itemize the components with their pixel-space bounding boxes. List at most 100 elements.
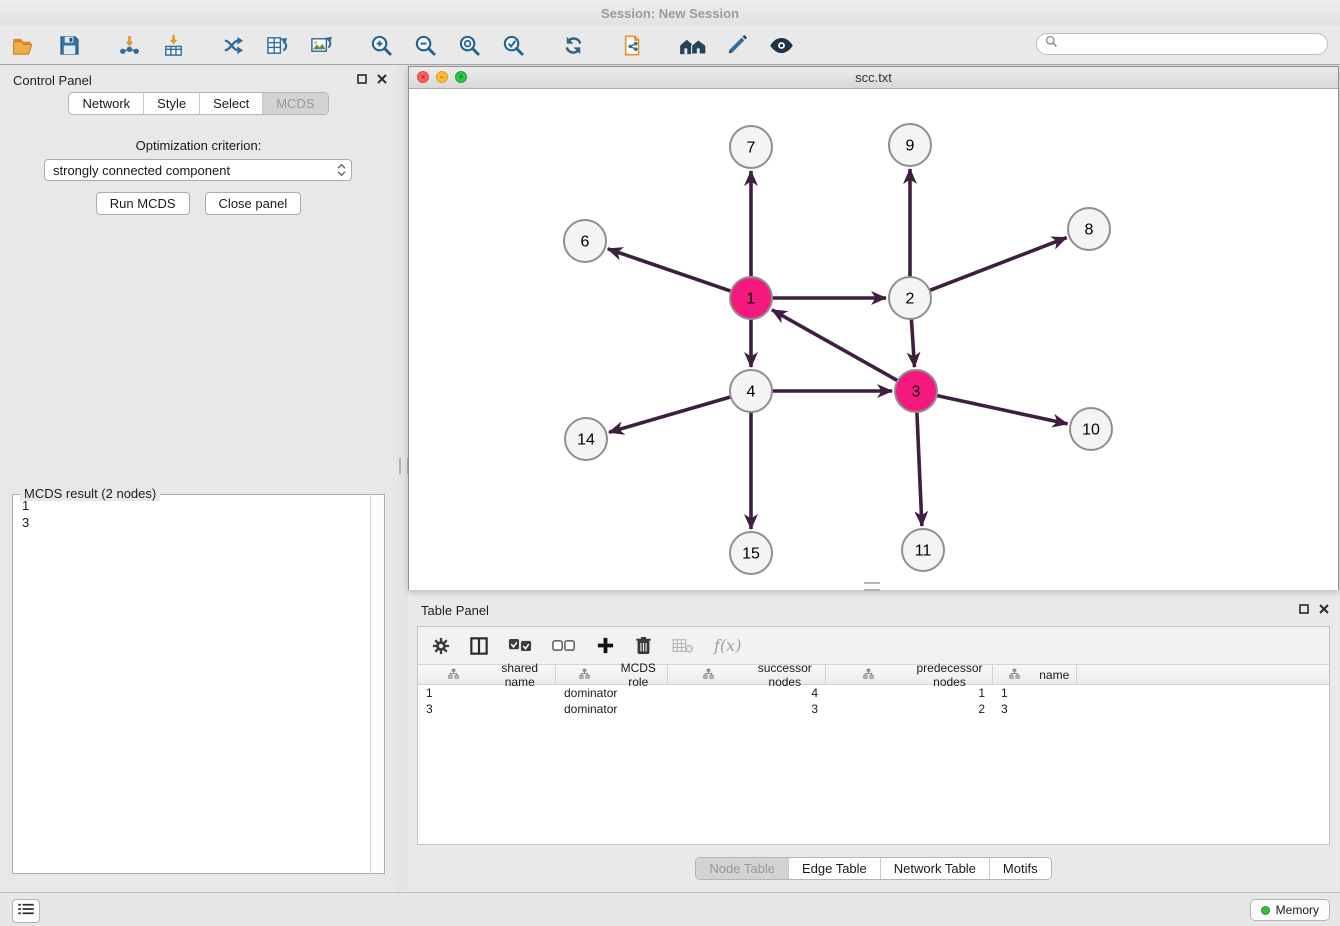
tab-node-table[interactable]: Node Table: [696, 858, 788, 879]
network-shuffle-icon[interactable]: [218, 30, 248, 60]
graph-node-label: 11: [915, 543, 932, 560]
close-window-button[interactable]: [417, 71, 429, 83]
network-graph: 7968124314101511: [409, 89, 1338, 590]
tab-network-table[interactable]: Network Table: [880, 858, 989, 879]
import-network-icon[interactable]: [114, 30, 144, 60]
column-header-name[interactable]: name: [993, 665, 1077, 684]
run-mcds-button[interactable]: Run MCDS: [96, 192, 190, 215]
tab-edge-table[interactable]: Edge Table: [788, 858, 880, 879]
graph-edge-2-3[interactable]: [911, 319, 914, 367]
column-header-shared-name[interactable]: shared name: [418, 665, 556, 684]
graph-edge-4-14[interactable]: [609, 397, 731, 432]
columns-icon[interactable]: [470, 637, 488, 655]
deselect-all-icon[interactable]: [552, 638, 576, 653]
save-session-icon[interactable]: [54, 30, 84, 60]
refresh-icon[interactable]: [558, 30, 588, 60]
toolbar-group: [10, 30, 84, 60]
export-image-icon[interactable]: [306, 30, 336, 60]
close-panel-icon[interactable]: [377, 74, 387, 84]
float-table-panel-icon[interactable]: [1299, 604, 1309, 614]
result-scrollbar[interactable]: [370, 495, 384, 873]
network-canvas[interactable]: 7968124314101511: [409, 89, 1338, 590]
clone-table-icon[interactable]: [262, 30, 292, 60]
table-body: 1dominator4113dominator323: [418, 685, 1329, 717]
tab-motifs[interactable]: Motifs: [989, 858, 1051, 879]
column-header-mcds-role[interactable]: MCDS role: [556, 665, 668, 684]
table-cell[interactable]: 3: [418, 701, 556, 717]
zoom-out-icon[interactable]: [410, 30, 440, 60]
import-table-icon[interactable]: [158, 30, 188, 60]
table-cell[interactable]: dominator: [556, 685, 668, 701]
toolbar-group: [558, 30, 588, 60]
table-row[interactable]: 3dominator323: [418, 701, 1329, 717]
minimize-window-button[interactable]: [436, 71, 448, 83]
table-cell[interactable]: 2: [826, 701, 993, 717]
tab-style[interactable]: Style: [143, 93, 199, 114]
graph-edge-3-11[interactable]: [917, 412, 922, 526]
table-cell[interactable]: 1: [418, 685, 556, 701]
graph-node-label: 8: [1085, 222, 1094, 239]
homes-icon[interactable]: [678, 30, 708, 60]
table-cell[interactable]: 4: [668, 685, 826, 701]
eye-icon[interactable]: [766, 30, 796, 60]
status-bar: Memory: [0, 892, 1340, 926]
graph-node-label: 2: [906, 291, 915, 308]
toolbar-icon-groups: [10, 30, 826, 60]
criterion-dropdown[interactable]: strongly connected component: [44, 159, 352, 181]
gear-icon[interactable]: [432, 637, 450, 655]
document-share-icon[interactable]: [618, 30, 648, 60]
mcds-result-item[interactable]: 1: [13, 497, 370, 514]
table-toolbar-icons: [432, 636, 694, 655]
table-cell[interactable]: 3: [668, 701, 826, 717]
graph-edge-2-8[interactable]: [930, 238, 1067, 291]
column-header-successor-nodes[interactable]: successor nodes: [668, 665, 826, 684]
graph-edge-1-6[interactable]: [608, 249, 731, 291]
table-cell[interactable]: 1: [993, 685, 1077, 701]
mcds-result-group: MCDS result (2 nodes) 13: [12, 494, 385, 874]
network-window-title: scc.txt: [855, 70, 892, 85]
table-cell[interactable]: dominator: [556, 701, 668, 717]
canvas-resize-handle[interactable]: [864, 582, 880, 591]
table-header-row: shared nameMCDS rolesuccessor nodesprede…: [418, 665, 1329, 685]
tab-network[interactable]: Network: [69, 93, 143, 114]
trash-icon[interactable]: [635, 636, 652, 655]
function-builder-button[interactable]: f(x): [714, 636, 741, 655]
add-icon[interactable]: [596, 636, 615, 655]
table-row[interactable]: 1dominator411: [418, 685, 1329, 701]
search-box[interactable]: [1036, 33, 1328, 55]
panel-splitter[interactable]: [397, 66, 408, 892]
list-icon: [18, 902, 34, 920]
close-table-panel-icon[interactable]: [1319, 604, 1329, 614]
tab-mcds[interactable]: MCDS: [262, 93, 327, 114]
memory-status-dot: [1261, 906, 1270, 915]
search-icon: [1045, 35, 1058, 53]
zoom-selected-icon[interactable]: [498, 30, 528, 60]
control-panel-tabs: NetworkStyleSelectMCDS: [68, 92, 328, 115]
network-window-titlebar[interactable]: scc.txt: [409, 67, 1338, 89]
control-panel: Control Panel NetworkStyleSelectMCDS Opt…: [0, 66, 397, 892]
zoom-in-icon[interactable]: [366, 30, 396, 60]
graph-edge-3-1[interactable]: [772, 310, 898, 381]
table-cell[interactable]: 1: [826, 685, 993, 701]
edit-style-icon[interactable]: [722, 30, 752, 60]
table-cell[interactable]: 3: [993, 701, 1077, 717]
tab-select[interactable]: Select: [199, 93, 262, 114]
column-header-predecessor-nodes[interactable]: predecessor nodes: [826, 665, 993, 684]
select-all-icon[interactable]: [508, 638, 532, 653]
zoom-fit-icon[interactable]: [454, 30, 484, 60]
graph-node-label: 15: [742, 546, 760, 563]
mcds-result-item[interactable]: 3: [13, 514, 370, 531]
close-panel-button[interactable]: Close panel: [205, 192, 302, 215]
float-panel-icon[interactable]: [357, 74, 367, 84]
delete-table-icon[interactable]: [672, 638, 694, 654]
open-file-icon[interactable]: [10, 30, 40, 60]
org-icon: [421, 668, 486, 682]
search-input[interactable]: [1063, 36, 1319, 52]
task-history-button[interactable]: [12, 899, 40, 923]
org-icon: [996, 668, 1034, 682]
application-window: Session: New Session Control Panel Netwo…: [0, 0, 1340, 926]
memory-button[interactable]: Memory: [1250, 899, 1330, 921]
graph-node-label: 7: [747, 140, 756, 157]
zoom-window-button[interactable]: [455, 71, 467, 83]
graph-edge-3-10[interactable]: [937, 396, 1068, 424]
